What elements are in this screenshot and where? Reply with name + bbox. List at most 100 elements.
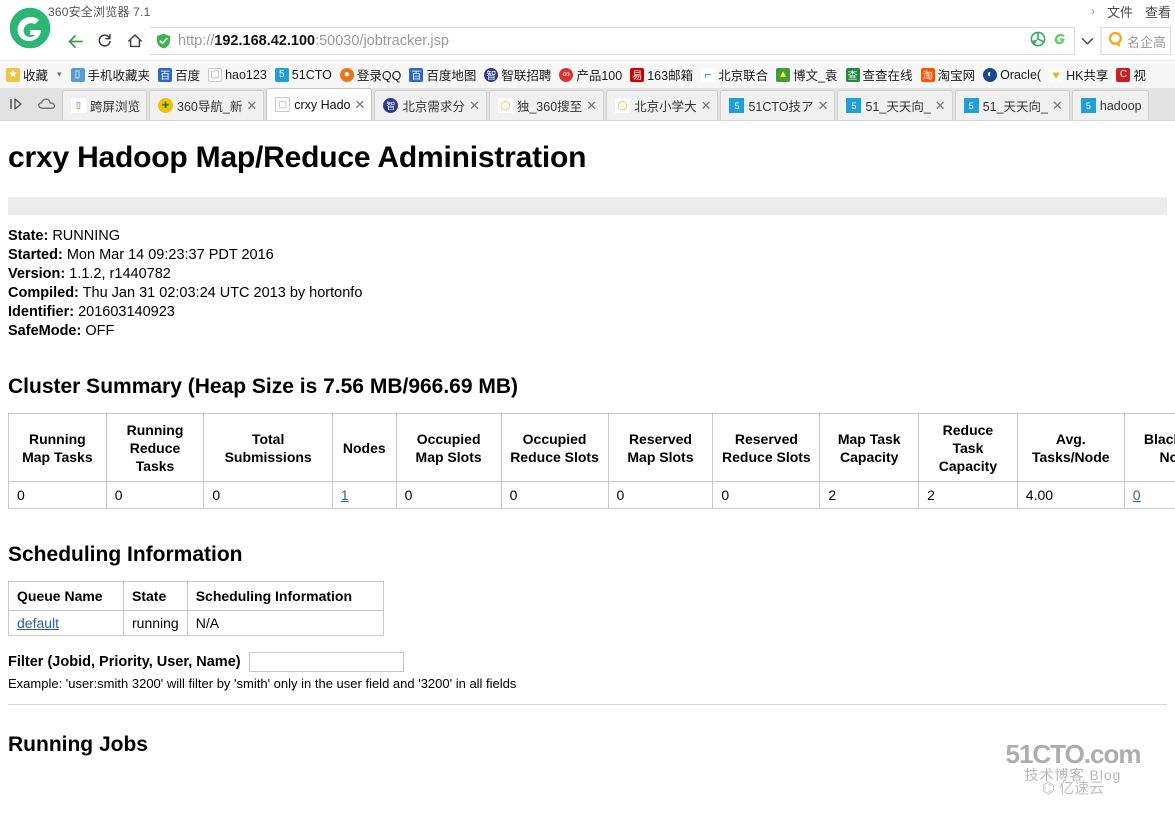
queue-default-link[interactable]: default <box>17 615 59 631</box>
search-engine-icon <box>1108 31 1124 52</box>
baidu-map-icon: 百 <box>409 68 423 82</box>
tab-51-tiantian-1[interactable]: 551_天天向_✕ <box>837 90 952 120</box>
filter-input[interactable] <box>249 652 404 672</box>
tab-360-nav[interactable]: ✚360导航_新✕ <box>149 90 264 120</box>
bookmark-taobao[interactable]: 淘淘宝网 <box>917 63 980 87</box>
browser-chrome: 360安全浏览器 7.1 › 文件 查看 http:// <box>0 0 1175 121</box>
page-title: crxy Hadoop Map/Reduce Administration <box>8 141 1167 175</box>
tab-close-icon[interactable]: ✕ <box>586 99 597 112</box>
tab-favicon-icon: 5 <box>964 98 979 113</box>
bookmark-zhaopin[interactable]: 智智联招聘 <box>480 63 555 87</box>
info-state: State: RUNNING <box>8 227 1167 246</box>
bookmark-chanpin100[interactable]: ∞产品100 <box>555 63 626 87</box>
blacklisted-nodes-link[interactable]: 0 <box>1133 487 1141 503</box>
tab-label: 独_360搜至 <box>517 96 582 115</box>
bookmark-favorites[interactable]: ★ 收藏 <box>2 63 52 87</box>
51cto-icon: 5 <box>275 68 289 82</box>
menu-view[interactable]: 查看 <box>1145 2 1171 21</box>
page-icon: ▢ <box>208 68 222 82</box>
tab-du-360-search[interactable]: ◯独_360搜至✕ <box>489 90 604 120</box>
cell-blacklisted-nodes: 0 <box>1124 482 1175 509</box>
tab-label: 51_天天向_ <box>983 96 1048 115</box>
video-icon: C <box>1116 68 1130 82</box>
tab-close-icon[interactable]: ✕ <box>818 99 829 112</box>
tab-label: 北京小学大 <box>634 96 697 115</box>
watermark-yisuyun: ⌬ 亿速云 <box>981 781 1165 797</box>
url-text[interactable]: http://192.168.42.100:50030/jobtracker.j… <box>178 33 449 49</box>
bookmark-hk-share[interactable]: ♥HK共享 <box>1045 63 1112 87</box>
tab-beijing-xiaoxue[interactable]: ◯北京小学大✕ <box>606 90 718 120</box>
search-box[interactable]: 名企高 <box>1101 27 1171 55</box>
tab-beijing-xuqiu[interactable]: 智北京需求分✕ <box>374 90 486 120</box>
menu-file[interactable]: 文件 <box>1107 2 1133 21</box>
cloud-sync-icon[interactable] <box>32 88 62 120</box>
bookmark-hao123[interactable]: ▢hao123 <box>204 63 271 87</box>
bookmark-label: 智联招聘 <box>501 65 551 84</box>
bookmark-mobile[interactable]: ▯手机收藏夹 <box>67 63 155 87</box>
compatibility-mode-icon[interactable] <box>1052 31 1068 52</box>
bookmark-bowen[interactable]: ▲博文_袁 <box>772 63 841 87</box>
info-version: Version: 1.1.2, r1440782 <box>8 265 1167 284</box>
col-blacklisted-nodes: Blacklisted Nodes <box>1124 414 1175 482</box>
tab-close-icon[interactable]: ✕ <box>701 99 712 112</box>
tab-51cto-tech[interactable]: 551CTO技ア✕ <box>720 90 835 120</box>
tab-favicon-icon: ▢ <box>275 97 290 112</box>
tab-hadoop[interactable]: 5hadoop✕ <box>1072 90 1149 120</box>
info-safemode-label: SafeMode: <box>8 323 81 339</box>
bookmarks-caret-icon[interactable]: ▾ <box>52 69 67 80</box>
tab-51-tiantian-2[interactable]: 5 51_天天向_ ✕ <box>955 90 1070 120</box>
tab-list-icon[interactable] <box>2 88 32 120</box>
url-bar[interactable]: http://192.168.42.100:50030/jobtracker.j… <box>150 27 1075 55</box>
cell-queue-name: default <box>9 611 124 636</box>
col-queue-state: State <box>124 582 188 611</box>
table-row: 0 0 0 1 0 0 0 0 2 2 4.00 0 <box>9 482 1175 509</box>
bookmark-video[interactable]: C视 <box>1112 63 1150 87</box>
bookmark-chacha[interactable]: 查查查在线 <box>842 63 917 87</box>
chacha-icon: 查 <box>846 68 860 82</box>
tab-label: hadoop <box>1100 99 1142 113</box>
bookmark-label: 收藏 <box>23 65 48 84</box>
nodes-link[interactable]: 1 <box>341 487 349 503</box>
url-dropdown-caret-icon[interactable] <box>1075 27 1101 55</box>
home-icon[interactable] <box>120 26 150 56</box>
info-safemode-value: OFF <box>85 323 114 339</box>
bookmark-163mail[interactable]: 易163邮箱 <box>626 63 697 87</box>
tab-close-icon[interactable]: ✕ <box>355 98 366 111</box>
tab-crxy-hadoop[interactable]: ▢crxy Hado✕ <box>266 88 372 120</box>
cell-occupied-reduce-slots: 0 <box>501 482 608 509</box>
bookmark-oracle[interactable]: ◐Oracle( <box>979 63 1045 87</box>
col-occupied-reduce-slots: Occupied Reduce Slots <box>501 414 608 482</box>
bookmark-baidu[interactable]: 百百度 <box>154 63 204 87</box>
bookmark-label: 视 <box>1133 65 1146 84</box>
overflow-chevron-icon[interactable]: › <box>1091 4 1095 18</box>
bookmark-label: Oracle( <box>1000 68 1041 82</box>
filter-label: Filter (Jobid, Priority, User, Name) <box>8 654 241 670</box>
bookmark-label: 163邮箱 <box>647 65 693 84</box>
tab-favicon-icon: ▯ <box>71 98 86 113</box>
col-occupied-map-slots: Occupied Map Slots <box>396 414 501 482</box>
info-version-label: Version: <box>8 266 65 282</box>
tab-close-icon[interactable]: ✕ <box>935 99 946 112</box>
bookmark-beijing-lianhe[interactable]: ⌐北京联合 <box>697 63 772 87</box>
bookmark-baidu-map[interactable]: 百百度地图 <box>405 63 480 87</box>
bookmark-label: 百度地图 <box>426 65 476 84</box>
back-arrow-icon[interactable] <box>60 26 90 56</box>
tab-close-icon[interactable]: ✕ <box>246 99 257 112</box>
table-row: default running N/A <box>9 611 384 636</box>
info-version-value: 1.1.2, r1440782 <box>69 266 171 282</box>
tab-kuaping[interactable]: ▯跨屏浏览✕ <box>62 90 147 120</box>
search-input[interactable]: 名企高 <box>1127 32 1166 51</box>
cell-reserved-reduce-slots: 0 <box>713 482 820 509</box>
beijing-lianhe-icon: ⌐ <box>701 68 715 82</box>
info-state-value: RUNNING <box>52 228 120 244</box>
scheduling-information-heading: Scheduling Information <box>8 543 1167 567</box>
tab-close-icon[interactable]: ✕ <box>469 99 480 112</box>
bookmark-label: hao123 <box>225 68 267 82</box>
bookmark-qq-login[interactable]: ●登录QQ <box>336 63 405 87</box>
reload-icon[interactable] <box>90 26 120 56</box>
jobtracker-info: State: RUNNING Started: Mon Mar 14 09:23… <box>8 227 1167 341</box>
tab-close-icon[interactable]: ✕ <box>1052 99 1063 112</box>
translate-icon[interactable] <box>1030 31 1046 52</box>
bookmark-51cto[interactable]: 551CTO <box>271 63 336 87</box>
running-jobs-heading: Running Jobs <box>8 733 1167 757</box>
